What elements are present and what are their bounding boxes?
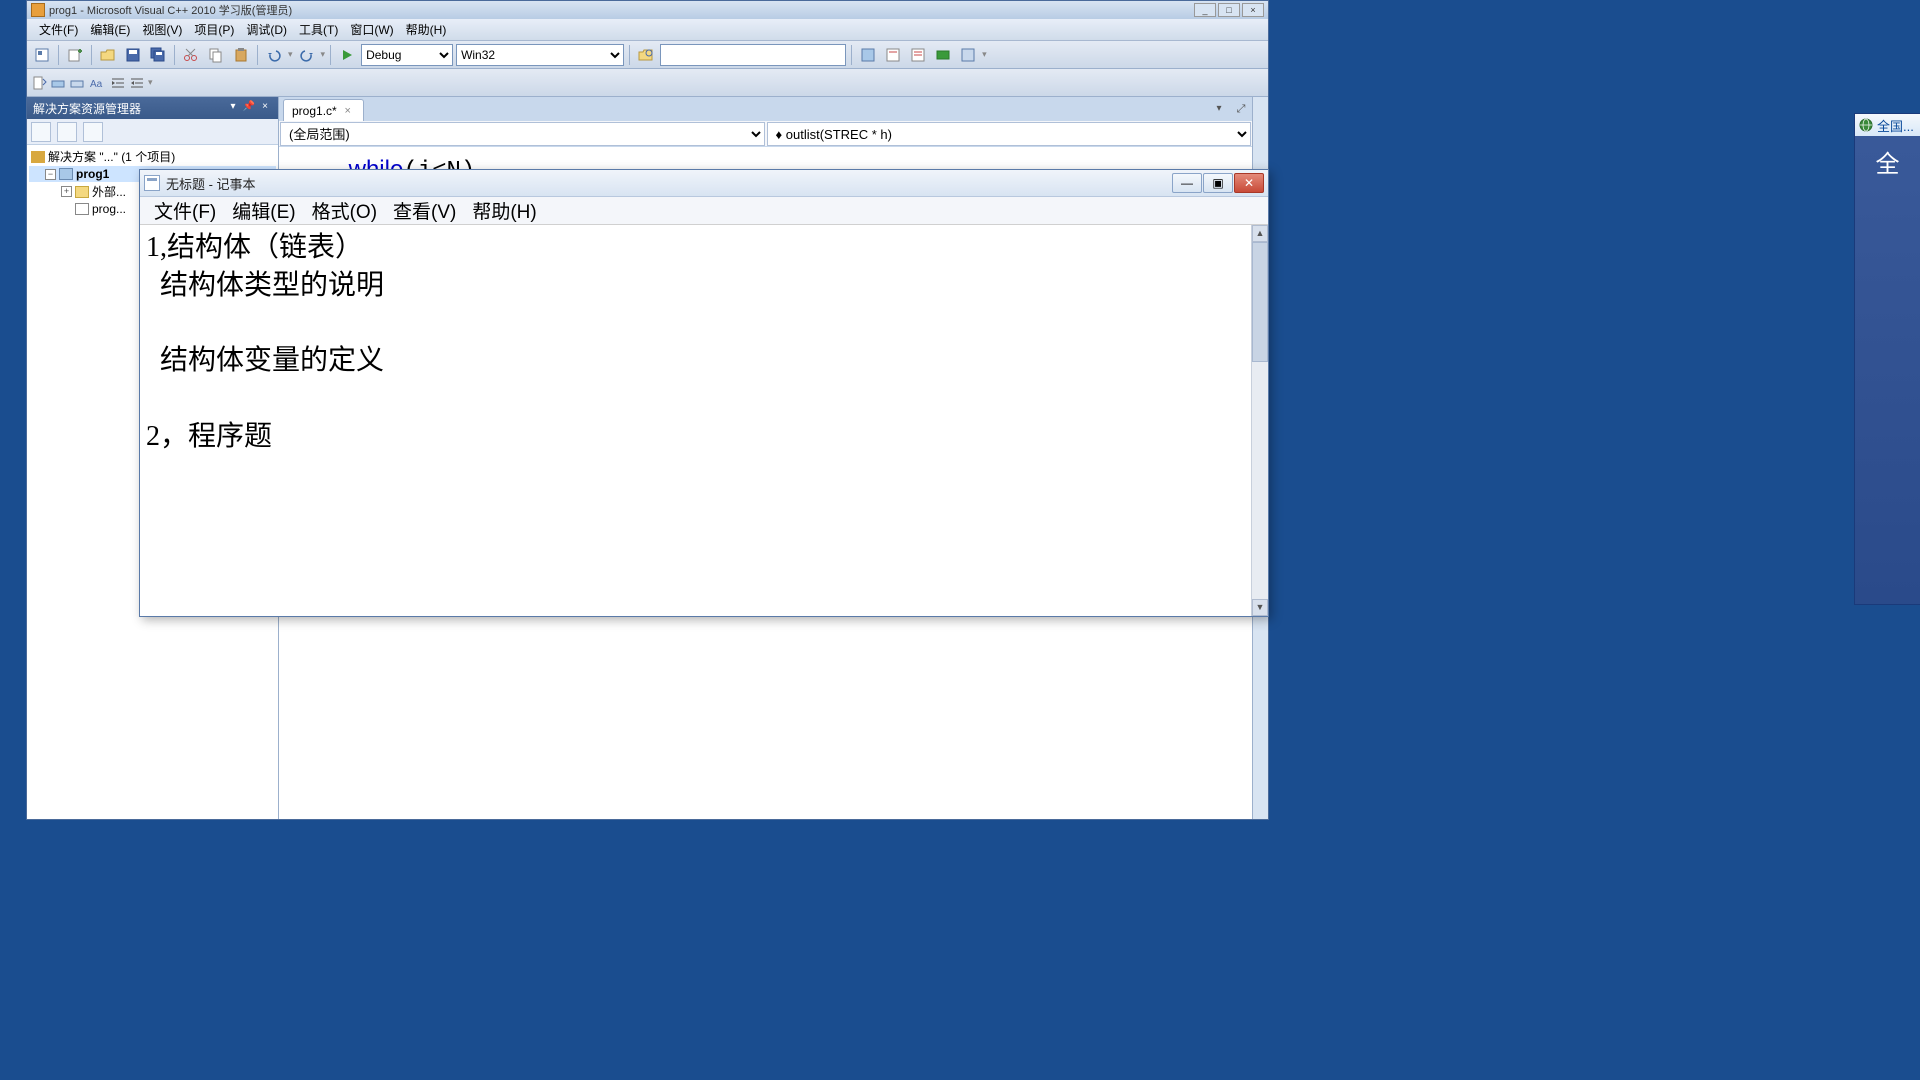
solution-explorer-title: 解决方案资源管理器 bbox=[33, 100, 141, 117]
quick-find-input[interactable] bbox=[660, 44, 846, 66]
notepad-menu-help[interactable]: 帮助(H) bbox=[464, 195, 544, 226]
tb-icon-4[interactable] bbox=[932, 44, 954, 66]
partial-title-text: 全国... bbox=[1877, 116, 1914, 135]
vs-maximize-button[interactable]: □ bbox=[1218, 3, 1240, 17]
outdent-button[interactable] bbox=[129, 75, 145, 91]
editor-tabbar: prog1.c* × ▾ ⤢ bbox=[279, 97, 1252, 121]
vs-menu-view[interactable]: 视图(V) bbox=[136, 19, 188, 40]
notepad-scrollbar[interactable]: ▲ ▼ bbox=[1251, 225, 1268, 616]
notepad-close-button[interactable]: ✕ bbox=[1234, 173, 1264, 193]
scope-bar: (全局范围) ♦ outlist(STREC * h) bbox=[279, 121, 1252, 147]
file-icon bbox=[75, 203, 89, 215]
add-item-button[interactable] bbox=[64, 44, 86, 66]
vs-titlebar[interactable]: prog1 - Microsoft Visual C++ 2010 学习版(管理… bbox=[27, 1, 1268, 19]
find-in-files-button[interactable] bbox=[635, 44, 657, 66]
scroll-up-button[interactable]: ▲ bbox=[1252, 225, 1268, 242]
panel-close-button[interactable]: × bbox=[258, 101, 272, 115]
cut-button[interactable] bbox=[180, 44, 202, 66]
tb2-icon-3[interactable] bbox=[69, 75, 85, 91]
vs-menu-file[interactable]: 文件(F) bbox=[33, 19, 84, 40]
tb2-icon-4[interactable]: Aa bbox=[88, 75, 104, 91]
vs-menu-window[interactable]: 窗口(W) bbox=[344, 19, 399, 40]
notepad-title-text: 无标题 - 记事本 bbox=[166, 174, 256, 193]
vs-menu-help[interactable]: 帮助(H) bbox=[400, 19, 453, 40]
copy-button[interactable] bbox=[205, 44, 227, 66]
vs-menu-edit[interactable]: 编辑(E) bbox=[84, 19, 136, 40]
se-tb-btn-3[interactable] bbox=[83, 122, 103, 142]
redo-dropdown-icon[interactable]: ▾ bbox=[321, 49, 326, 60]
svg-text:Aa: Aa bbox=[90, 79, 103, 90]
tb-icon-3[interactable] bbox=[907, 44, 929, 66]
vs-minimize-button[interactable]: _ bbox=[1194, 3, 1216, 17]
vs-title-text: prog1 - Microsoft Visual C++ 2010 学习版(管理… bbox=[49, 2, 292, 18]
tab-list-dropdown[interactable]: ▾ bbox=[1210, 103, 1228, 121]
undo-dropdown-icon[interactable]: ▾ bbox=[288, 49, 293, 60]
open-button[interactable] bbox=[97, 44, 119, 66]
se-tb-btn-2[interactable] bbox=[57, 122, 77, 142]
notepad-app-icon bbox=[144, 175, 160, 191]
scope-right-select[interactable]: ♦ outlist(STREC * h) bbox=[767, 122, 1252, 146]
scroll-thumb[interactable] bbox=[1252, 242, 1268, 362]
redo-button[interactable] bbox=[296, 44, 318, 66]
tb2-icon-1[interactable] bbox=[31, 75, 47, 91]
undo-button[interactable] bbox=[263, 44, 285, 66]
new-project-button[interactable] bbox=[31, 44, 53, 66]
notepad-minimize-button[interactable]: — bbox=[1172, 173, 1202, 193]
panel-pin-button[interactable]: 📌 bbox=[242, 101, 256, 115]
tab-fullscreen-button[interactable]: ⤢ bbox=[1232, 103, 1250, 121]
notepad-menu-edit[interactable]: 编辑(E) bbox=[224, 195, 303, 226]
notepad-titlebar[interactable]: 无标题 - 记事本 — ▣ ✕ bbox=[140, 170, 1268, 197]
scope-left-select[interactable]: (全局范围) bbox=[280, 122, 765, 146]
vs-menubar: 文件(F) 编辑(E) 视图(V) 项目(P) 调试(D) 工具(T) 窗口(W… bbox=[27, 19, 1268, 41]
toolbar2-overflow-icon[interactable]: ▾ bbox=[148, 77, 153, 88]
tb-icon-5[interactable] bbox=[957, 44, 979, 66]
vs-app-icon bbox=[31, 3, 45, 17]
save-button[interactable] bbox=[122, 44, 144, 66]
toolbar-overflow-icon[interactable]: ▾ bbox=[982, 49, 987, 60]
partial-body-text: 全 bbox=[1855, 136, 1920, 187]
solution-explorer-toolbar bbox=[27, 119, 278, 145]
expand-icon[interactable]: + bbox=[61, 186, 72, 197]
panel-dropdown-button[interactable]: ▾ bbox=[226, 101, 240, 115]
notepad-menu-file[interactable]: 文件(F) bbox=[146, 195, 224, 226]
notepad-menubar: 文件(F) 编辑(E) 格式(O) 查看(V) 帮助(H) bbox=[140, 197, 1268, 225]
notepad-menu-format[interactable]: 格式(O) bbox=[304, 195, 385, 226]
notepad-maximize-button[interactable]: ▣ bbox=[1203, 173, 1233, 193]
vs-menu-tools[interactable]: 工具(T) bbox=[293, 19, 344, 40]
vs-toolbar-secondary: Aa ▾ bbox=[27, 69, 1268, 97]
vs-close-button[interactable]: × bbox=[1242, 3, 1264, 17]
notepad-menu-view[interactable]: 查看(V) bbox=[385, 195, 464, 226]
config-select[interactable]: Debug bbox=[361, 44, 453, 66]
tb-icon-2[interactable] bbox=[882, 44, 904, 66]
solution-explorer-titlebar[interactable]: 解决方案资源管理器 ▾ 📌 × bbox=[27, 97, 278, 119]
scroll-down-button[interactable]: ▼ bbox=[1252, 599, 1268, 616]
tree-solution-node[interactable]: 解决方案 "..." (1 个项目) bbox=[29, 147, 276, 166]
paste-button[interactable] bbox=[230, 44, 252, 66]
editor-tab-prog1[interactable]: prog1.c* × bbox=[283, 99, 364, 121]
platform-select[interactable]: Win32 bbox=[456, 44, 624, 66]
partial-titlebar[interactable]: 全国... bbox=[1855, 114, 1920, 136]
folder-icon bbox=[75, 186, 89, 198]
tb2-icon-2[interactable] bbox=[50, 75, 66, 91]
solution-icon bbox=[31, 151, 45, 163]
partial-browser-window: 全国... 全 bbox=[1854, 113, 1920, 605]
collapse-icon[interactable]: − bbox=[45, 169, 56, 180]
vs-menu-debug[interactable]: 调试(D) bbox=[240, 19, 293, 40]
vs-menu-project[interactable]: 项目(P) bbox=[188, 19, 240, 40]
notepad-text-area[interactable]: 1,结构体（链表） 结构体类型的说明 结构体变量的定义 2，程序题 bbox=[140, 225, 1251, 616]
project-icon bbox=[59, 168, 73, 180]
vs-toolbar-main: ▾ ▾ Debug Win32 ▾ bbox=[27, 41, 1268, 69]
tab-close-button[interactable]: × bbox=[341, 104, 355, 118]
indent-button[interactable] bbox=[110, 75, 126, 91]
globe-icon bbox=[1859, 118, 1873, 132]
notepad-window: 无标题 - 记事本 — ▣ ✕ 文件(F) 编辑(E) 格式(O) 查看(V) … bbox=[139, 169, 1269, 617]
save-all-button[interactable] bbox=[147, 44, 169, 66]
start-debug-button[interactable] bbox=[336, 44, 358, 66]
tb-icon-1[interactable] bbox=[857, 44, 879, 66]
se-tb-btn-1[interactable] bbox=[31, 122, 51, 142]
